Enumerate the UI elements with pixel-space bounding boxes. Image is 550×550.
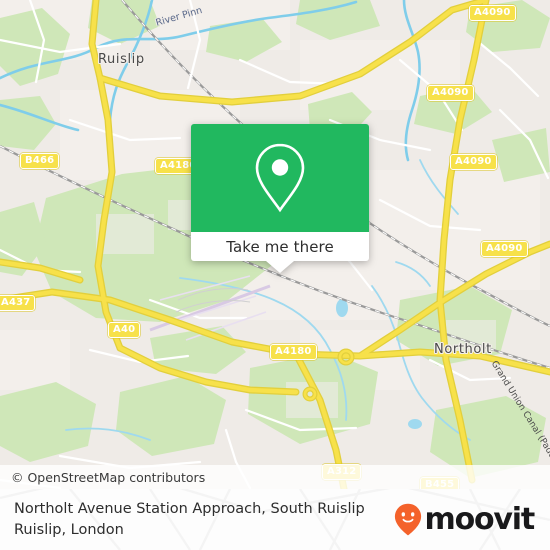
map-attribution-bar: © OpenStreetMap contributors <box>0 465 550 489</box>
map-attribution-text[interactable]: © OpenStreetMap contributors <box>11 470 205 485</box>
location-title: Northolt Avenue Station Approach, South … <box>14 500 365 538</box>
location-pin-icon <box>255 143 305 213</box>
map-viewport[interactable]: Ruislip Northolt River Pinn Grand Union … <box>0 0 550 489</box>
callout-body <box>191 124 369 232</box>
moovit-wordmark: moovit <box>424 501 536 537</box>
map-share-card: Ruislip Northolt River Pinn Grand Union … <box>0 0 550 550</box>
take-me-there-button[interactable]: Take me there <box>226 238 334 256</box>
location-callout-card[interactable]: Take me there <box>191 124 369 273</box>
callout-pointer-tail <box>266 261 294 273</box>
callout-footer[interactable]: Take me there <box>191 232 369 273</box>
moovit-logo[interactable]: moovit <box>394 501 536 537</box>
footer-bar: Northolt Avenue Station Approach, South … <box>0 489 550 550</box>
moovit-smiley-pin-icon <box>394 503 421 536</box>
